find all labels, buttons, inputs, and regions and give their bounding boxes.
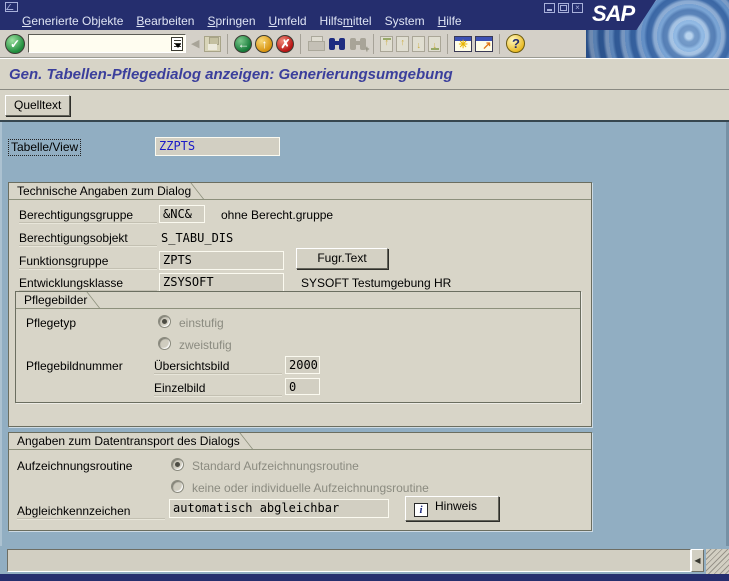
group-pflegebilder: Pflegebilder Pflegetyp einstufig zweistu…: [15, 291, 581, 403]
keine-aufzeichnungsroutine-radio[interactable]: [171, 480, 184, 493]
menu-bearbeiten[interactable]: Bearbeiten: [136, 14, 194, 28]
status-collapse-icon[interactable]: ◀: [691, 549, 704, 572]
einstufig-label: einstufig: [179, 316, 224, 330]
zweistufig-radio[interactable]: [158, 337, 171, 350]
berechtigungsobjekt-value: S_TABU_DIS: [161, 231, 234, 245]
window-bottom-border: [0, 574, 729, 581]
hinweis-button[interactable]: i Hinweis: [405, 496, 499, 521]
dynpro-area: Tabelle/View ZZPTS Technische Angaben zu…: [0, 120, 729, 546]
group-datentransport-header: Angaben zum Datentransport des Dialogs: [9, 433, 591, 450]
berechtigungsgruppe-label: Berechtigungsgruppe: [19, 208, 157, 223]
screen-title: Gen. Tabellen-Pflegedialog anzeigen: Gen…: [9, 65, 453, 83]
group-datentransport-title: Angaben zum Datentransport des Dialogs: [17, 434, 240, 448]
next-page-icon[interactable]: ↓: [412, 35, 426, 52]
help-icon[interactable]: ?: [506, 34, 526, 53]
window-controls: ×: [544, 3, 583, 13]
toolbar-separator: [300, 33, 302, 54]
command-input[interactable]: [31, 36, 171, 51]
fugr-text-button[interactable]: Fugr.Text: [296, 248, 388, 269]
menu-system[interactable]: System: [385, 14, 425, 28]
toolbar-separator: [499, 33, 501, 54]
menu-hilfe[interactable]: Hilfe: [438, 14, 462, 28]
toolbar-separator: [373, 33, 375, 54]
pflegebildnummer-label: Pflegebildnummer: [26, 359, 123, 373]
group-technische-angaben-title: Technische Angaben zum Dialog: [17, 184, 192, 198]
tabelle-view-label[interactable]: Tabelle/View: [8, 139, 82, 156]
entwicklungsklasse-description: SYSOFT Testumgebung HR: [301, 276, 452, 290]
abgleichkennzeichen-label: Abgleichkennzeichen: [17, 504, 165, 519]
standard-aufzeichnungsroutine-label: Standard Aufzeichnungsroutine: [192, 459, 359, 473]
keine-aufzeichnungsroutine-label: keine oder individuelle Aufzeichnungsrou…: [192, 481, 429, 495]
menu-hilfsmittel[interactable]: Hilfsmittel: [320, 14, 372, 28]
close-button[interactable]: ×: [572, 3, 583, 13]
uebersichtsbild-label: Übersichtsbild: [154, 359, 282, 374]
standard-aufzeichnungsroutine-radio[interactable]: [171, 458, 184, 471]
screen-title-bar: Gen. Tabellen-Pflegedialog anzeigen: Gen…: [0, 58, 729, 90]
hinweis-button-label: Hinweis: [435, 499, 478, 513]
berechtigungsgruppe-description: ohne Berecht.gruppe: [221, 208, 334, 222]
abgleichkennzeichen-field[interactable]: automatisch abgleichbar: [169, 499, 389, 518]
berechtigungsobjekt-label: Berechtigungsobjekt: [19, 231, 157, 246]
new-session-icon[interactable]: ✳: [454, 35, 473, 52]
group-technische-angaben: Technische Angaben zum Dialog Berechtigu…: [8, 182, 592, 427]
menu-umfeld[interactable]: Umfeld: [269, 14, 307, 28]
sap-logo: SAP: [586, 0, 656, 30]
quelltext-button[interactable]: Quelltext: [5, 94, 71, 116]
cancel-icon[interactable]: ✗: [276, 34, 295, 53]
funktionsgruppe-field[interactable]: ZPTS: [159, 251, 284, 270]
command-field[interactable]: [28, 34, 186, 53]
exit-icon[interactable]: ↑: [255, 34, 274, 53]
system-menu-icon[interactable]: [5, 2, 18, 12]
status-bar: ◀: [0, 546, 729, 574]
collapse-command-icon[interactable]: ◀: [191, 37, 199, 50]
einzelbild-field[interactable]: 0: [285, 378, 320, 395]
minimize-button[interactable]: [544, 3, 555, 13]
resize-grip[interactable]: [706, 549, 729, 574]
group-pflegebilder-header: Pflegebilder: [16, 292, 580, 309]
first-page-icon[interactable]: ↑: [380, 35, 394, 52]
command-history-icon[interactable]: [171, 36, 183, 51]
berechtigungsgruppe-field[interactable]: &NC&: [159, 205, 205, 223]
toolbar-separator: [227, 33, 229, 54]
einzelbild-label: Einzelbild: [154, 381, 282, 396]
aufzeichnungsroutine-label: Aufzeichnungsroutine: [17, 459, 133, 473]
einstufig-radio[interactable]: [158, 315, 171, 328]
tabelle-view-field[interactable]: ZZPTS: [155, 137, 280, 156]
last-page-icon[interactable]: ↓: [428, 35, 442, 52]
info-icon: i: [414, 503, 428, 517]
status-message-field[interactable]: [7, 549, 691, 572]
group-technische-angaben-header: Technische Angaben zum Dialog: [9, 183, 591, 200]
create-shortcut-icon[interactable]: ↗: [475, 35, 494, 52]
find-next-icon[interactable]: +: [349, 36, 369, 54]
menu-bar: Generierte Objekte Bearbeiten Springen U…: [22, 13, 462, 28]
pflegetyp-label: Pflegetyp: [26, 316, 77, 330]
find-icon[interactable]: [328, 36, 346, 52]
menu-springen[interactable]: Springen: [207, 14, 255, 28]
entwicklungsklasse-field[interactable]: ZSYSOFT: [159, 273, 284, 292]
sap-gui-window: × Generierte Objekte Bearbeiten Springen…: [0, 0, 729, 581]
funktionsgruppe-label: Funktionsgruppe: [19, 254, 157, 269]
group-datentransport: Angaben zum Datentransport des Dialogs A…: [8, 432, 592, 531]
back-icon[interactable]: ←: [234, 34, 253, 53]
previous-page-icon[interactable]: ↑: [396, 35, 410, 52]
application-toolbar: Quelltext: [0, 90, 729, 120]
uebersichtsbild-field[interactable]: 2000: [285, 356, 320, 374]
enter-icon[interactable]: ✓: [5, 33, 25, 54]
maximize-button[interactable]: [558, 3, 569, 13]
menu-generierte-objekte[interactable]: Generierte Objekte: [22, 14, 123, 28]
save-icon[interactable]: [204, 35, 222, 52]
standard-toolbar: ✓ ◀ ← ↑ ✗ + ↑ ↑ ↓ ↓ ✳ ↗ ?: [0, 28, 586, 58]
entwicklungsklasse-label: Entwicklungsklasse: [19, 276, 157, 291]
print-icon[interactable]: [307, 36, 326, 51]
zweistufig-label: zweistufig: [179, 338, 232, 352]
toolbar-separator: [447, 33, 449, 54]
branding-ripple-image: SAP: [586, 0, 729, 58]
